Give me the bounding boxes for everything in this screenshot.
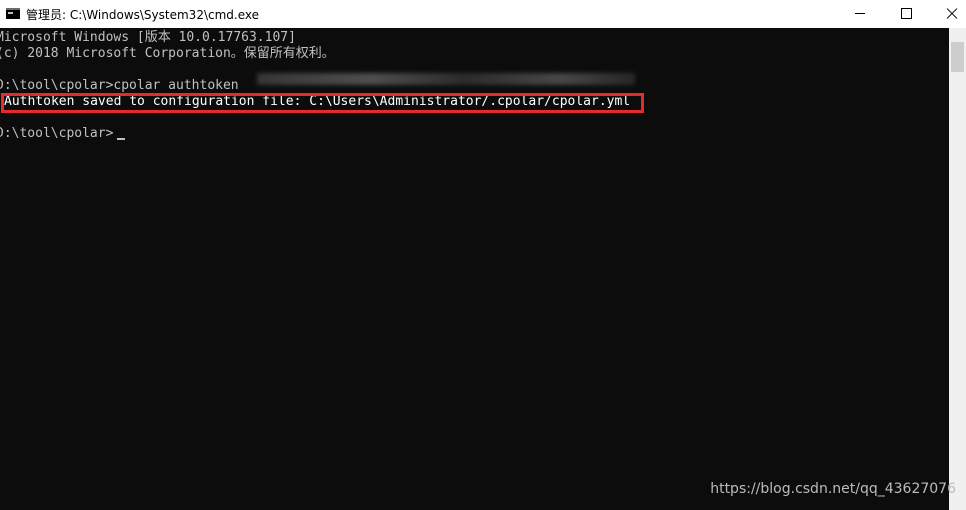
minimize-button[interactable]	[837, 0, 883, 28]
console-line-version: Microsoft Windows [版本 10.0.17763.107]	[0, 30, 296, 45]
vertical-scrollbar[interactable]	[949, 28, 966, 510]
redacted-token	[257, 73, 635, 85]
title-bar[interactable]: 管理员: C:\Windows\System32\cmd.exe	[0, 0, 966, 28]
maximize-button[interactable]	[883, 0, 929, 28]
console-line-copyright: (c) 2018 Microsoft Corporation。保留所有权利。	[0, 46, 335, 61]
cmd-window: 管理员: C:\Windows\System32\cmd.exe Microso…	[0, 0, 966, 510]
console-line-command: D:\tool\cpolar>cpolar authtoken	[0, 78, 239, 93]
text-cursor	[117, 138, 125, 140]
console-line-prompt: D:\tool\cpolar>	[0, 126, 114, 141]
scrollbar-thumb[interactable]	[951, 42, 964, 72]
window-title: 管理员: C:\Windows\System32\cmd.exe	[26, 8, 259, 22]
cmd-console-icon[interactable]	[6, 8, 20, 19]
watermark-text: https://blog.csdn.net/qq_43627076	[710, 481, 956, 497]
close-button[interactable]	[929, 0, 966, 28]
highlight-annotation-box	[1, 93, 644, 113]
